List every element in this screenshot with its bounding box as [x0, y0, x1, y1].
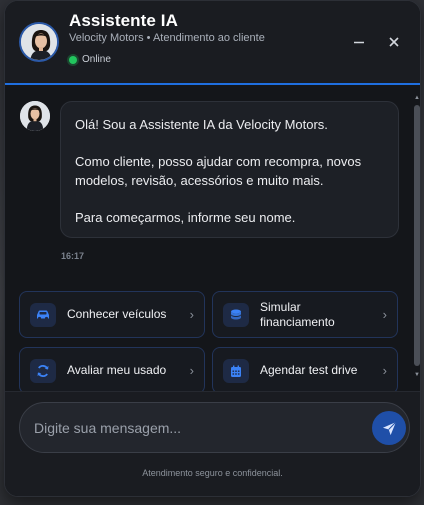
quick-action-avaliar-meu-usado[interactable]: Avaliar meu usado › [19, 347, 205, 394]
scroll-down-icon[interactable]: ▼ [414, 372, 420, 378]
minus-icon [354, 41, 364, 44]
message-paragraph: Como cliente, posso ajudar com recompra,… [75, 154, 362, 188]
quick-action-conhecer-veiculos[interactable]: Conhecer veículos › [19, 291, 205, 338]
online-status: Online [69, 54, 111, 65]
quick-action-label: Agendar test drive [260, 363, 358, 377]
assistant-avatar [19, 22, 59, 62]
message-paragraph: Para começarmos, informe seu nome. [75, 210, 296, 225]
quick-action-agendar-test-drive[interactable]: Agendar test drive › [212, 347, 398, 394]
message-timestamp: 16:17 [61, 251, 85, 261]
online-dot-icon [69, 55, 77, 64]
chevron-right-icon: › [382, 363, 387, 378]
chat-subtitle: Velocity Motors • Atendimento ao cliente [69, 32, 265, 44]
chat-title: Assistente IA [69, 11, 179, 30]
quick-action-simular-financiamento[interactable]: Simular financiamento › [212, 291, 398, 338]
quick-action-label: Simular financiamento [260, 299, 335, 329]
calendar-icon [223, 359, 249, 383]
minimize-button[interactable] [348, 31, 370, 53]
send-icon [382, 421, 396, 435]
security-note: Atendimento seguro e confidencial. [142, 468, 283, 478]
quick-action-label: Conhecer veículos [67, 307, 167, 321]
close-button[interactable] [383, 31, 405, 53]
message-composer [19, 402, 410, 453]
message-avatar [20, 101, 50, 131]
coins-icon [223, 303, 249, 327]
scrollbar-thumb[interactable] [414, 105, 420, 366]
chevron-right-icon: › [189, 363, 194, 378]
send-button[interactable] [372, 411, 406, 445]
message-list: Olá! Sou a Assistente IA da Velocity Mot… [5, 87, 420, 391]
chevron-right-icon: › [382, 307, 387, 322]
quick-action-label: Avaliar meu usado [67, 363, 167, 377]
message-paragraph: Olá! Sou a Assistente IA da Velocity Mot… [75, 117, 328, 132]
chat-footer: Atendimento seguro e confidencial. [5, 391, 420, 496]
chat-widget: Assistente IA Velocity Motors • Atendime… [4, 0, 421, 497]
refresh-icon [30, 359, 56, 383]
chat-header: Assistente IA Velocity Motors • Atendime… [5, 1, 420, 85]
chevron-right-icon: › [189, 307, 194, 322]
message-input[interactable] [34, 417, 354, 439]
close-icon [389, 37, 399, 47]
scroll-up-icon[interactable]: ▲ [414, 95, 420, 101]
car-icon [30, 303, 56, 327]
online-status-label: Online [82, 54, 111, 65]
assistant-message-bubble: Olá! Sou a Assistente IA da Velocity Mot… [60, 101, 399, 238]
message-scrollbar[interactable]: ▲ ▼ [414, 93, 420, 383]
